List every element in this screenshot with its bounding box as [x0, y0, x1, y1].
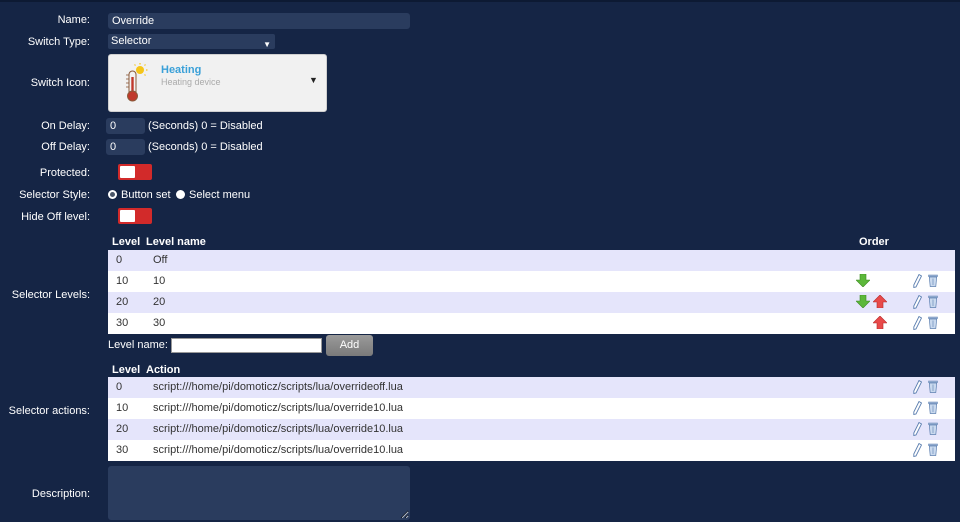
- trash-icon[interactable]: [928, 380, 938, 396]
- selector-actions-label: Selector actions:: [8, 405, 90, 417]
- switch-type-value: Selector: [111, 35, 152, 47]
- switch-icon-label: Switch Icon:: [30, 77, 90, 89]
- action-script: script:///home/pi/domoticz/scripts/lua/o…: [153, 444, 404, 456]
- trash-icon[interactable]: [928, 422, 938, 438]
- level-row: 0 Off: [108, 250, 955, 271]
- action-row: 30 script:///home/pi/domoticz/scripts/lua…: [108, 440, 955, 461]
- switch-type-label: Switch Type:: [27, 36, 90, 48]
- actions-header-level: Level: [112, 364, 141, 376]
- trash-icon[interactable]: [928, 295, 938, 311]
- top-border: [0, 0, 960, 2]
- radio-button-set-label: Button set: [121, 189, 171, 201]
- switch-icon-dropdown[interactable]: Heating Heating device ▼: [108, 54, 327, 112]
- radio-unchecked-icon: [176, 190, 185, 199]
- name-input[interactable]: [108, 13, 410, 29]
- level-name: 20: [153, 296, 166, 308]
- level-value: 0: [116, 254, 123, 266]
- arrow-down-icon[interactable]: [855, 273, 871, 290]
- level-name: 10: [153, 275, 166, 287]
- switch-type-select[interactable]: Selector ▼: [108, 34, 275, 49]
- action-script: script:///home/pi/domoticz/scripts/lua/o…: [153, 423, 404, 435]
- trash-icon[interactable]: [928, 274, 938, 290]
- radio-select-menu-label: Select menu: [189, 189, 251, 201]
- on-delay-hint: (Seconds) 0 = Disabled: [148, 120, 263, 132]
- trash-icon[interactable]: [928, 443, 938, 459]
- arrow-up-icon[interactable]: [872, 294, 888, 311]
- pencil-icon[interactable]: [913, 421, 923, 439]
- on-delay-label: On Delay:: [41, 120, 90, 132]
- off-delay-input[interactable]: [106, 139, 145, 155]
- arrow-up-icon[interactable]: [872, 315, 888, 332]
- level-row: 20 20: [108, 292, 955, 313]
- level-value: 30: [116, 317, 129, 329]
- caret-down-icon: ▼: [309, 75, 318, 85]
- trash-icon[interactable]: [928, 401, 938, 417]
- arrow-down-icon[interactable]: [855, 294, 871, 311]
- level-name-input[interactable]: [171, 338, 322, 353]
- icon-subtitle: Heating device: [161, 77, 221, 87]
- off-delay-hint: (Seconds) 0 = Disabled: [148, 141, 263, 153]
- action-script: script:///home/pi/domoticz/scripts/lua/o…: [153, 402, 404, 414]
- protected-label: Protected:: [39, 167, 90, 179]
- action-row: 0 script:///home/pi/domoticz/scripts/lua/…: [108, 377, 955, 398]
- level-name-label: Level name:: [108, 339, 168, 351]
- icon-title: Heating: [161, 64, 202, 76]
- pencil-icon[interactable]: [913, 273, 923, 291]
- level-row: 10 10: [108, 271, 955, 292]
- actions-header-action: Action: [146, 364, 181, 376]
- hide-off-toggle[interactable]: [118, 208, 152, 224]
- radio-button-set[interactable]: Button set: [108, 189, 171, 201]
- levels-header-level: Level: [112, 236, 141, 248]
- protected-toggle[interactable]: [118, 164, 152, 180]
- level-value: 20: [116, 296, 129, 308]
- thermometer-icon: [123, 63, 149, 106]
- action-script: script:///home/pi/domoticz/scripts/lua/o…: [153, 381, 403, 393]
- levels-header-order: Order: [859, 236, 889, 248]
- action-level: 20: [116, 423, 129, 435]
- hide-off-label: Hide Off level:: [21, 211, 90, 223]
- action-level: 0: [116, 381, 123, 393]
- pencil-icon[interactable]: [913, 315, 923, 333]
- radio-select-menu[interactable]: Select menu: [176, 189, 250, 201]
- level-row: 30 30: [108, 313, 955, 334]
- action-row: 20 script:///home/pi/domoticz/scripts/lua…: [108, 419, 955, 440]
- level-value: 10: [116, 275, 129, 287]
- selector-levels-table: 0 Off 10 10 20 20 30 30: [108, 250, 955, 334]
- radio-checked-icon: [108, 190, 117, 199]
- pencil-icon[interactable]: [913, 294, 923, 312]
- selector-style-label: Selector Style:: [19, 189, 90, 201]
- action-level: 30: [116, 444, 129, 456]
- level-name: 30: [153, 317, 166, 329]
- add-level-button[interactable]: Add: [326, 335, 373, 356]
- selector-levels-label: Selector Levels:: [11, 289, 90, 301]
- pencil-icon[interactable]: [913, 400, 923, 418]
- level-name: Off: [153, 254, 168, 266]
- pencil-icon[interactable]: [913, 379, 923, 397]
- off-delay-label: Off Delay:: [41, 141, 90, 153]
- pencil-icon[interactable]: [913, 442, 923, 460]
- action-level: 10: [116, 402, 129, 414]
- selector-actions-table: 0 script:///home/pi/domoticz/scripts/lua/…: [108, 377, 955, 461]
- name-label: Name:: [57, 14, 90, 26]
- description-textarea[interactable]: [108, 466, 410, 520]
- levels-header-name: Level name: [146, 236, 206, 248]
- action-row: 10 script:///home/pi/domoticz/scripts/lua…: [108, 398, 955, 419]
- description-label: Description:: [31, 488, 90, 500]
- trash-icon[interactable]: [928, 316, 938, 332]
- caret-down-icon: ▼: [263, 40, 271, 49]
- on-delay-input[interactable]: [106, 118, 145, 134]
